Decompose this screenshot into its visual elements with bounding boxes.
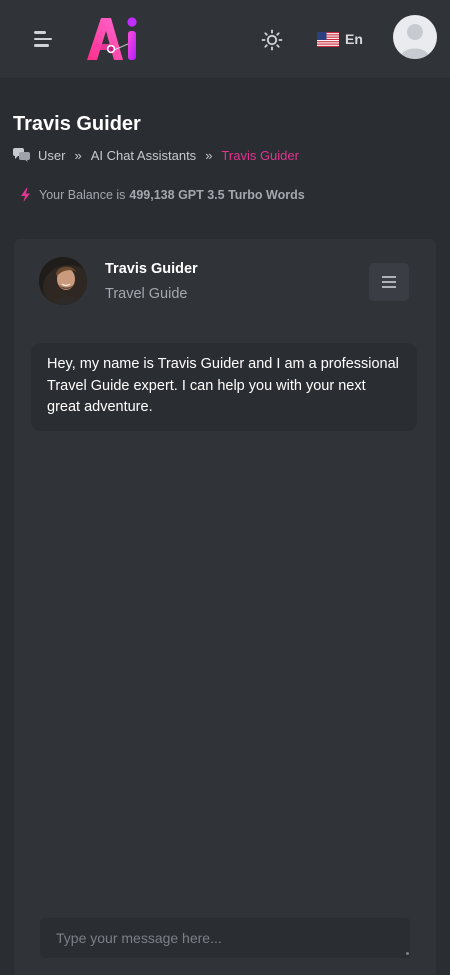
sun-icon[interactable] <box>260 28 284 52</box>
language-selector[interactable]: En <box>317 29 363 49</box>
breadcrumb: User » AI Chat Assistants » Travis Guide… <box>13 147 299 163</box>
word-balance: Your Balance is 499,138 GPT 3.5 Turbo Wo… <box>20 187 305 203</box>
language-label: En <box>345 31 363 47</box>
message-input[interactable] <box>40 918 410 958</box>
chat-bubbles-icon <box>13 148 30 162</box>
user-avatar-icon[interactable] <box>393 15 437 59</box>
bolt-icon <box>21 188 30 202</box>
breadcrumb-user[interactable]: User <box>38 148 65 163</box>
us-flag-icon <box>317 31 339 47</box>
chat-card: Travis Guider Travel Guide Hey, my name … <box>14 239 436 975</box>
assistant-role: Travel Guide <box>105 286 188 302</box>
assistant-name: Travis Guider <box>105 261 198 277</box>
balance-prefix: Your Balance is <box>39 188 126 202</box>
hamburger-menu-icon[interactable] <box>34 31 52 47</box>
breadcrumb-separator: » <box>205 147 213 163</box>
assistant-message: Hey, my name is Travis Guider and I am a… <box>31 343 417 431</box>
message-input-wrapper <box>40 918 410 958</box>
list-menu-icon <box>382 276 396 278</box>
top-navbar: En <box>0 0 450 78</box>
page-title: Travis Guider <box>13 113 141 135</box>
breadcrumb-current: Travis Guider <box>221 147 299 163</box>
resize-handle <box>406 952 409 955</box>
breadcrumb-ai-chat-assistants[interactable]: AI Chat Assistants <box>91 148 197 163</box>
breadcrumb-separator: » <box>74 147 82 163</box>
balance-value: 499,138 GPT 3.5 Turbo Words <box>129 188 305 202</box>
assistant-avatar <box>39 257 87 305</box>
app-logo[interactable] <box>84 14 142 64</box>
chat-options-button[interactable] <box>369 263 409 301</box>
